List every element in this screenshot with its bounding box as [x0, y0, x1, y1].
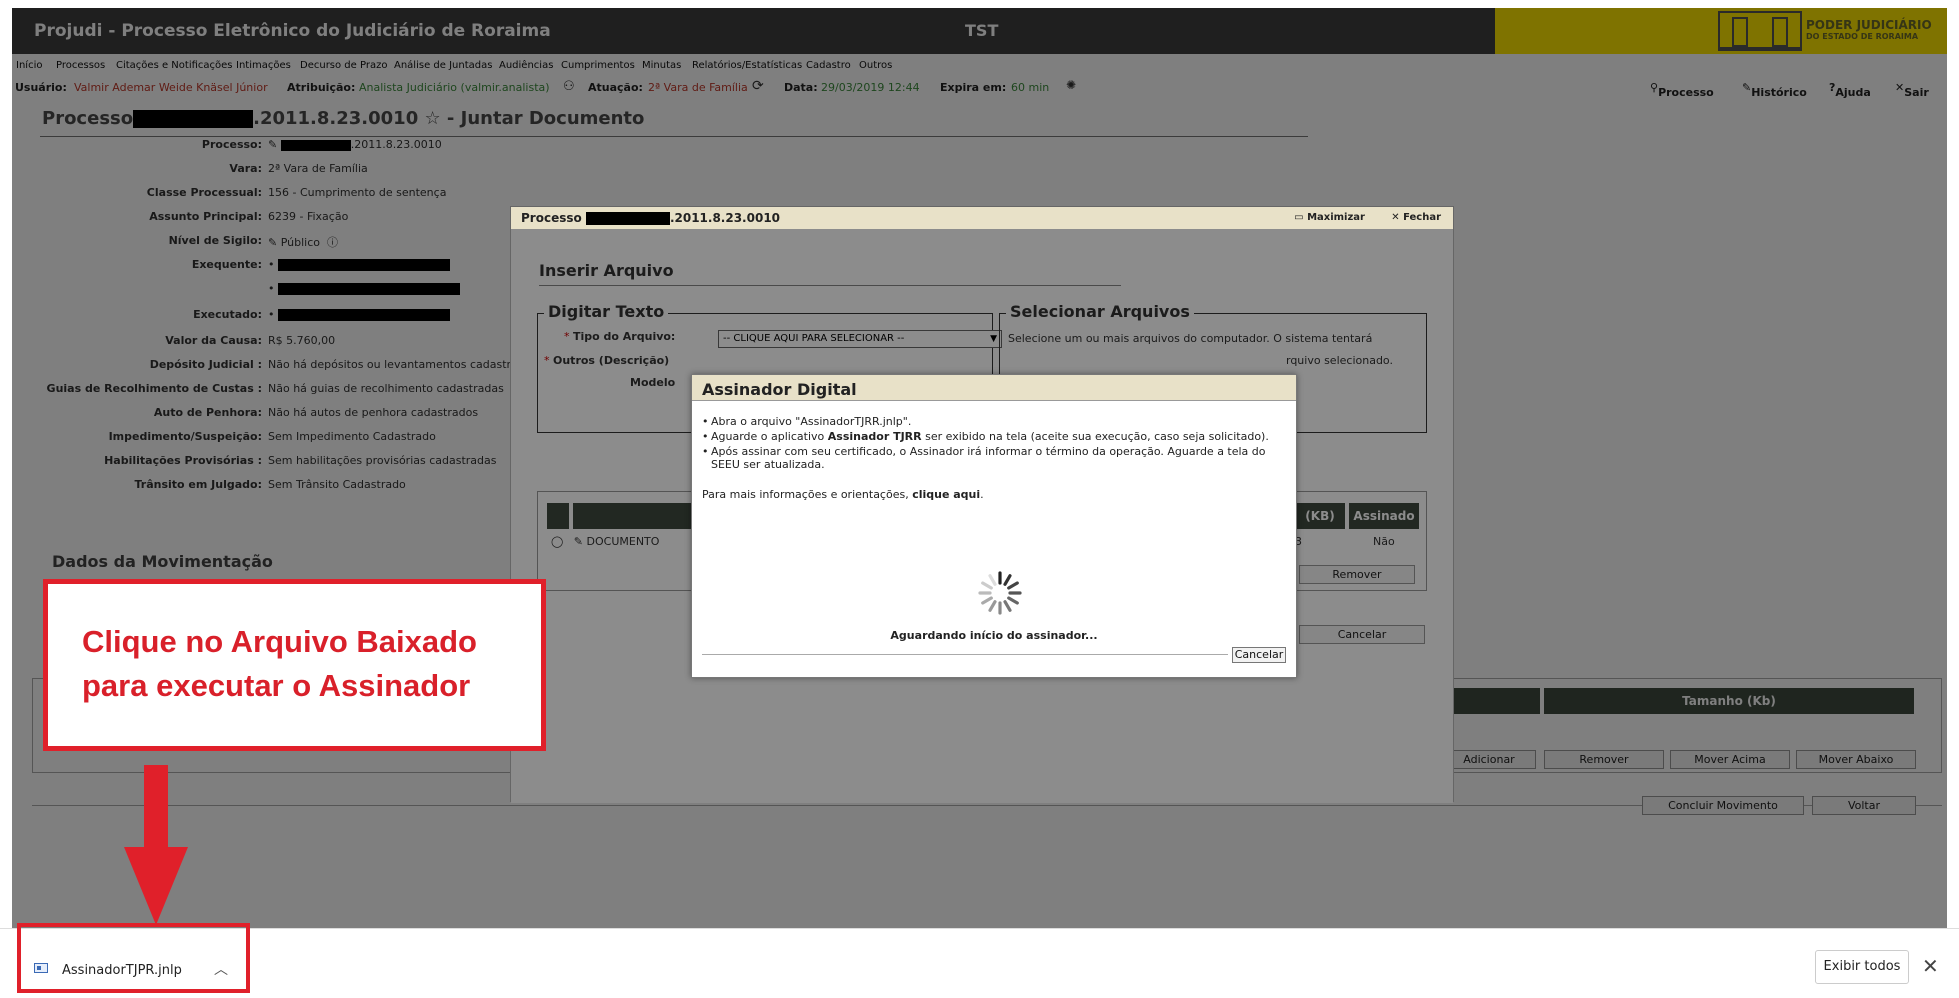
loading-spinner-icon: [978, 571, 1022, 615]
instruction-item: Aguarde o aplicativo Assinador TJRR ser …: [702, 430, 1282, 443]
assinador-dialog: Assinador Digital Abra o arquivo "Assina…: [691, 374, 1297, 678]
dialog-instructions: Abra o arquivo "AssinadorTJRR.jnlp". Agu…: [702, 415, 1282, 473]
modal-header: Processo .2011.8.23.0010 ▭ Maximizar ✕ F…: [511, 207, 1453, 229]
dialog-cancel-button[interactable]: Cancelar: [1232, 647, 1286, 663]
waiting-text: Aguardando início do assinador...: [890, 629, 1098, 642]
close-download-bar-icon[interactable]: ✕: [1922, 954, 1939, 978]
callout-line1: Clique no Arquivo Baixado: [82, 624, 477, 659]
instruction-callout: Clique no Arquivo Baixado para executar …: [43, 579, 546, 751]
app-window: Projudi - Processo Eletrônico do Judiciá…: [12, 8, 1947, 928]
download-highlight-box: [17, 923, 250, 993]
down-arrow-icon: [124, 765, 188, 925]
show-all-button[interactable]: Exibir todos: [1815, 950, 1909, 984]
download-bar: AssinadorTJPR.jnlp ︿: [0, 928, 1959, 998]
more-info-text: Para mais informações e orientações, cli…: [702, 488, 984, 501]
maximize-button[interactable]: ▭ Maximizar: [1294, 212, 1365, 223]
instruction-item: Após assinar com seu certificado, o Assi…: [702, 445, 1282, 471]
callout-line2: para executar o Assinador: [82, 668, 471, 703]
close-modal-button[interactable]: ✕ Fechar: [1391, 212, 1441, 223]
clique-aqui-link[interactable]: clique aqui: [912, 488, 980, 501]
dialog-title: Assinador Digital: [702, 380, 857, 399]
modal-title: Processo .2011.8.23.0010: [521, 211, 781, 225]
instruction-item: Abra o arquivo "AssinadorTJRR.jnlp".: [702, 415, 1282, 428]
